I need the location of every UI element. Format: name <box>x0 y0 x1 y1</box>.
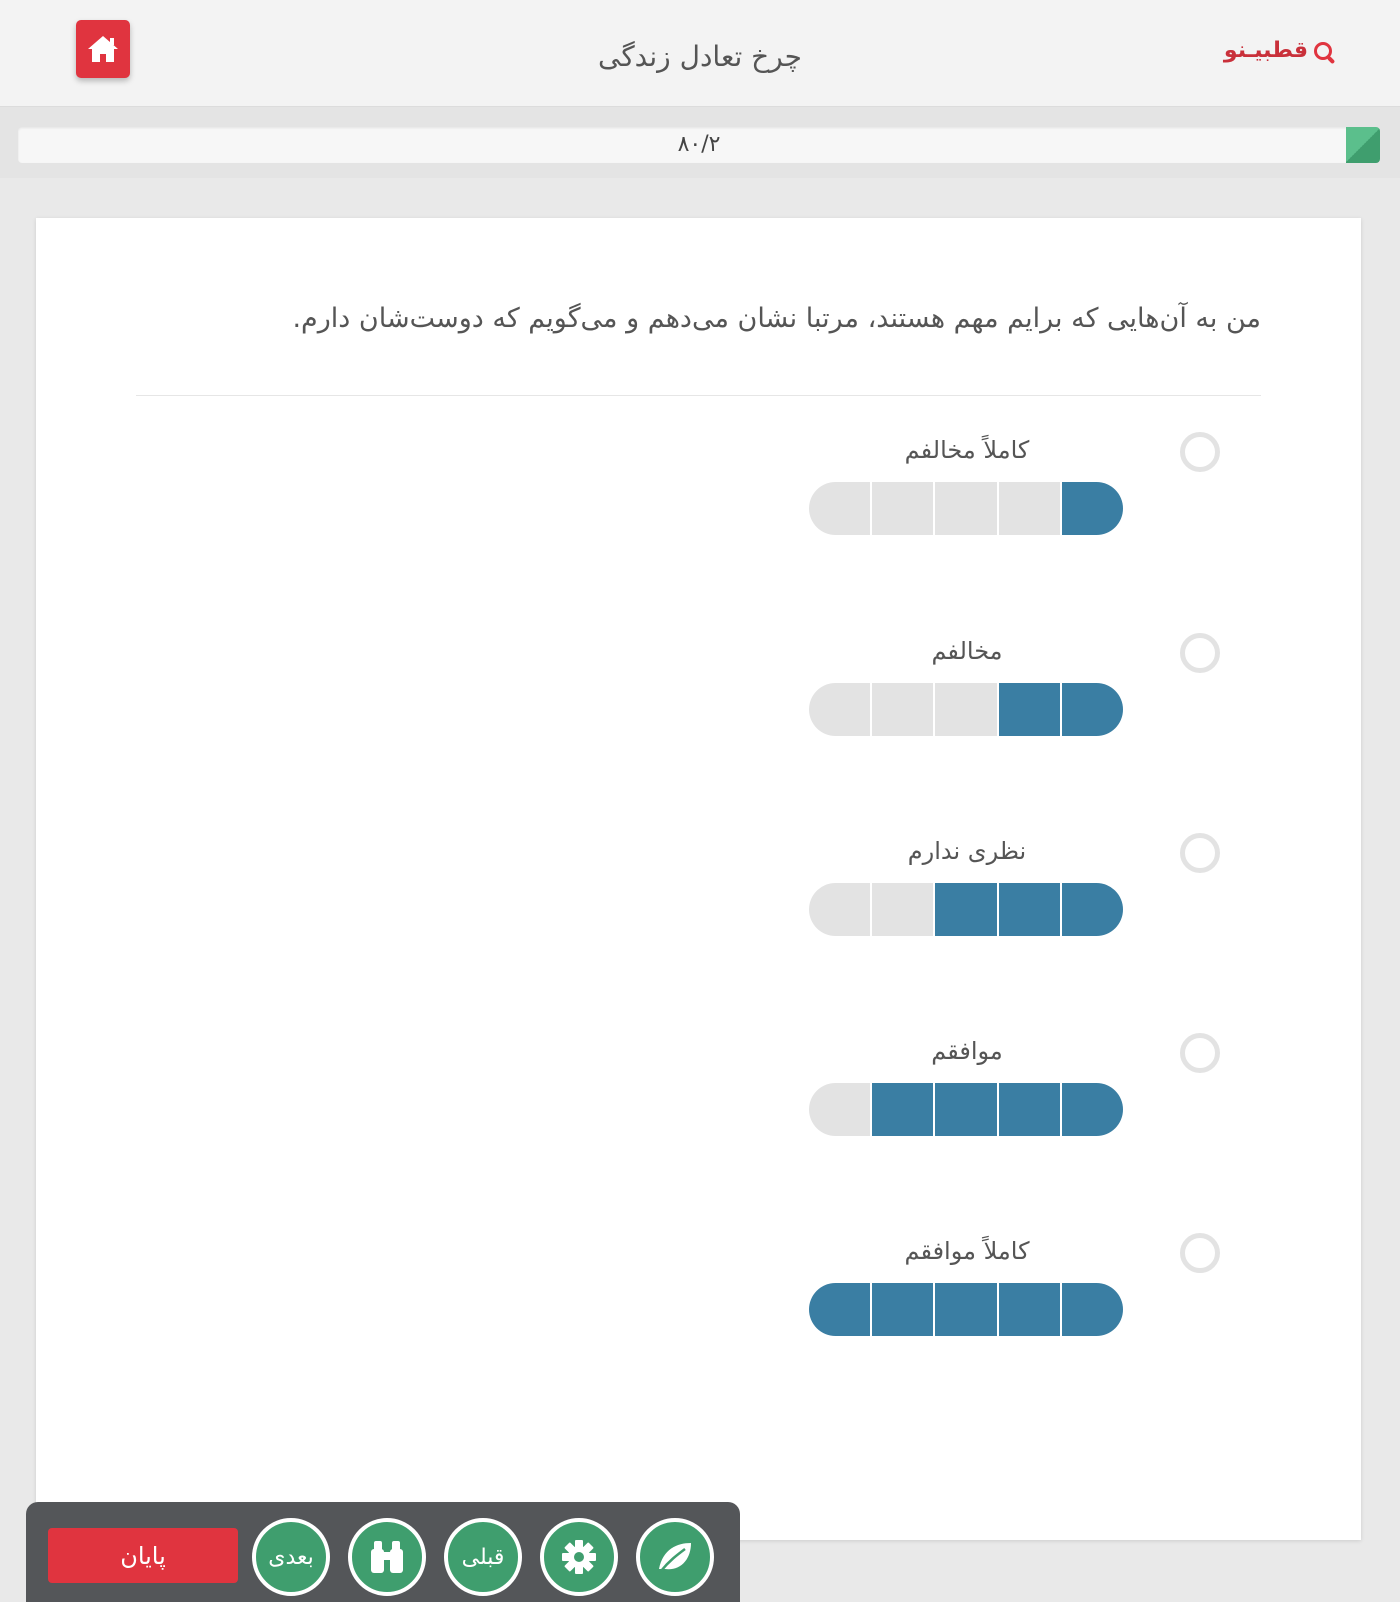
option-label: نظری ندارم <box>907 837 1027 865</box>
level-segment <box>809 482 871 535</box>
level-segment <box>933 883 997 936</box>
progress-bar: ۸۰/۲ <box>18 127 1380 163</box>
radio-button[interactable] <box>1180 833 1220 873</box>
next-button[interactable]: بعدی <box>252 1518 330 1596</box>
level-segment <box>933 1283 997 1336</box>
binoculars-icon <box>371 1541 403 1573</box>
level-segment <box>870 482 934 535</box>
answer-option[interactable]: کاملاً مخالفم <box>36 432 1361 552</box>
radio-button[interactable] <box>1180 1033 1220 1073</box>
leaf-icon <box>659 1543 691 1572</box>
divider <box>136 395 1261 396</box>
progress-section: ۸۰/۲ <box>0 107 1400 178</box>
level-segment <box>996 883 1060 936</box>
answer-option[interactable]: کاملاً موافقم <box>36 1233 1361 1353</box>
theme-button[interactable] <box>636 1518 714 1596</box>
level-indicator <box>809 683 1123 736</box>
option-label: کاملاً مخالفم <box>904 436 1030 464</box>
level-segment <box>1059 683 1123 736</box>
settings-button[interactable] <box>540 1518 618 1596</box>
level-segment <box>870 1083 934 1136</box>
level-segment <box>1059 1083 1123 1136</box>
level-segment <box>870 683 934 736</box>
level-segment <box>996 482 1060 535</box>
level-segment <box>1059 883 1123 936</box>
previous-button[interactable]: قبلی <box>444 1518 522 1596</box>
logo-q-icon <box>1314 41 1332 60</box>
question-card: من به آن‌هایی که برایم مهم هستند، مرتبا … <box>36 218 1361 1540</box>
level-indicator <box>809 1083 1123 1136</box>
page-title: چرخ تعادل زندگی <box>598 40 802 73</box>
level-segment <box>809 1083 871 1136</box>
app-header: چرخ تعادل زندگی قطبیـنو <box>0 0 1400 107</box>
end-button[interactable]: پایان <box>48 1528 238 1583</box>
search-button[interactable] <box>348 1518 426 1596</box>
answer-option[interactable]: نظری ندارم <box>36 833 1361 953</box>
level-segment <box>933 482 997 535</box>
brand-logo: قطبیـنو <box>1224 38 1332 63</box>
level-segment <box>1059 482 1123 535</box>
answer-option[interactable]: مخالفم <box>36 633 1361 753</box>
level-indicator <box>809 1283 1123 1336</box>
logo-text: قطبیـنو <box>1223 38 1308 63</box>
bottom-toolbar: پایان بعدی قبلی <box>26 1502 740 1602</box>
gear-icon <box>562 1540 596 1574</box>
radio-button[interactable] <box>1180 432 1220 472</box>
level-segment <box>1059 1283 1123 1336</box>
question-text: من به آن‌هایی که برایم مهم هستند، مرتبا … <box>292 303 1261 334</box>
level-segment <box>809 883 871 936</box>
radio-button[interactable] <box>1180 1233 1220 1273</box>
answer-option[interactable]: موافقم <box>36 1033 1361 1153</box>
level-segment <box>870 883 934 936</box>
level-segment <box>933 683 997 736</box>
level-segment <box>996 683 1060 736</box>
level-segment <box>809 683 871 736</box>
level-indicator <box>809 883 1123 936</box>
level-segment <box>809 1283 871 1336</box>
option-label: موافقم <box>931 1037 1003 1065</box>
level-segment <box>933 1083 997 1136</box>
level-segment <box>996 1283 1060 1336</box>
option-label: مخالفم <box>931 637 1003 665</box>
level-indicator <box>809 482 1123 535</box>
radio-button[interactable] <box>1180 633 1220 673</box>
level-segment <box>996 1083 1060 1136</box>
progress-label: ۸۰/۲ <box>677 132 721 157</box>
option-label: کاملاً موافقم <box>904 1237 1030 1265</box>
level-segment <box>870 1283 934 1336</box>
